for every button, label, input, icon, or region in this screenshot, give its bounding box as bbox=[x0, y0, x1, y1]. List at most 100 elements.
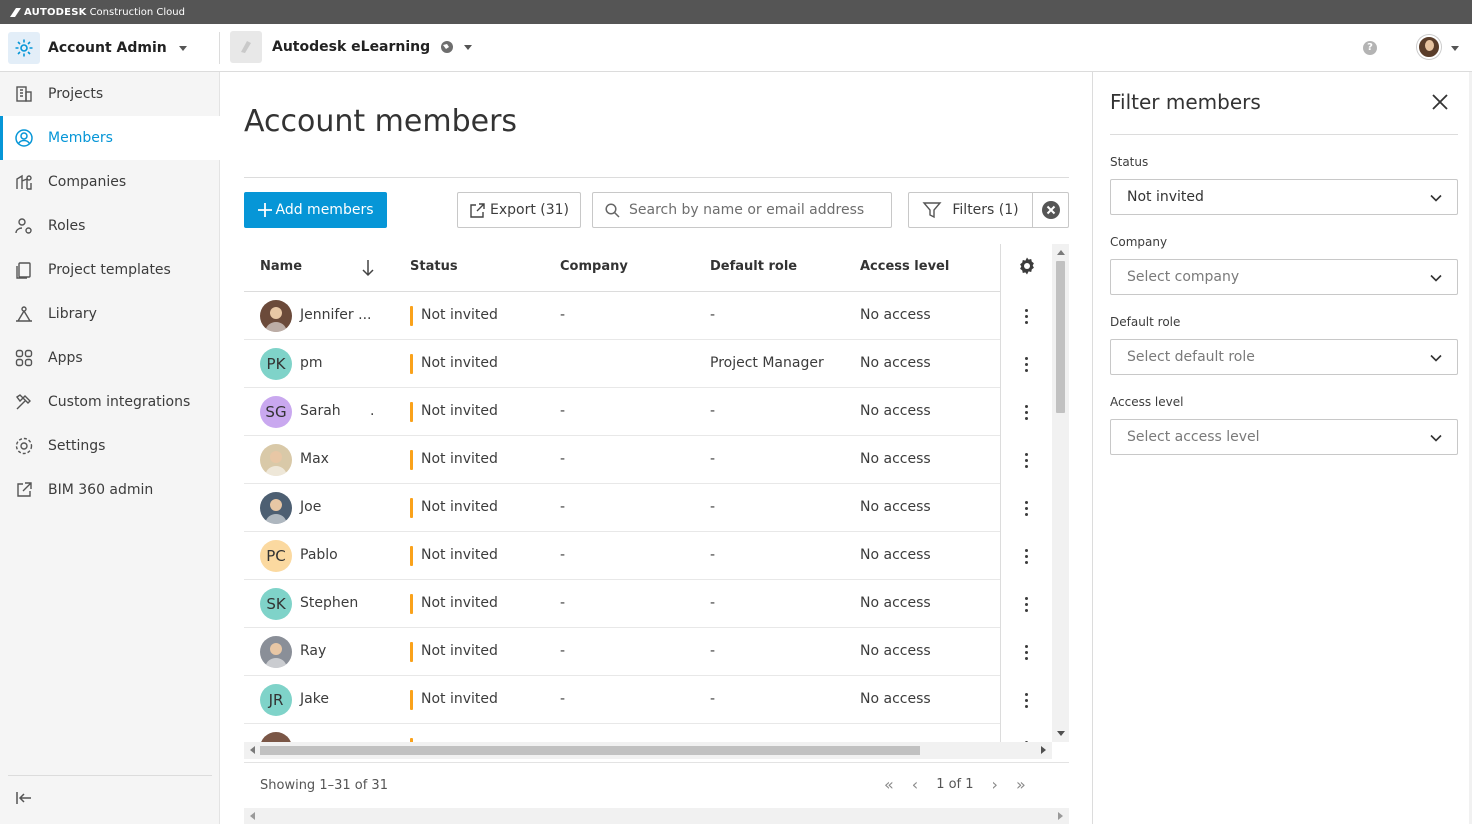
table-row[interactable]: SG Sarah. Not invited - - No access bbox=[244, 388, 1000, 436]
table-row[interactable]: Max Not invited - - No access bbox=[244, 436, 1000, 484]
previous-page-icon[interactable]: ‹ bbox=[912, 775, 918, 794]
more-options-icon[interactable] bbox=[1024, 724, 1028, 742]
scroll-right-icon[interactable] bbox=[1058, 812, 1063, 820]
table-row[interactable]: Joe Not invited - - No access bbox=[244, 484, 1000, 532]
table-row[interactable]: PK pm Not invited Project Manager No access bbox=[244, 340, 1000, 388]
scroll-right-icon[interactable] bbox=[1041, 746, 1046, 754]
sidebar-item-settings[interactable]: Settings bbox=[0, 424, 220, 468]
sidebar-item-bim360-admin[interactable]: BIM 360 admin bbox=[0, 468, 220, 512]
clear-filters-button[interactable] bbox=[1032, 192, 1069, 228]
brand-logo-text: AUTODESK bbox=[24, 6, 87, 18]
sidebar-item-companies[interactable]: Companies bbox=[0, 160, 220, 204]
member-default-role: - bbox=[710, 547, 716, 563]
sidebar-item-label: Projects bbox=[48, 86, 104, 102]
help-icon[interactable]: ? bbox=[1363, 41, 1377, 55]
app-switcher[interactable]: Account Admin bbox=[8, 32, 187, 64]
sidebar-item-label: Project templates bbox=[48, 262, 171, 278]
member-name[interactable]: Jennifer ... bbox=[300, 307, 371, 323]
export-button[interactable]: Export (31) bbox=[457, 192, 581, 228]
table-row[interactable]: Ray Not invited - - No access bbox=[244, 628, 1000, 676]
search-field[interactable] bbox=[592, 192, 892, 228]
company-icon bbox=[14, 172, 34, 192]
status-filter-label: Status bbox=[1110, 155, 1149, 169]
scrollbar-thumb[interactable] bbox=[1056, 261, 1065, 413]
table-row[interactable]: JR Jake Not invited - - No access bbox=[244, 676, 1000, 724]
member-access-level: No access bbox=[860, 547, 931, 563]
table-row[interactable] bbox=[244, 724, 1000, 742]
member-name[interactable]: Stephen bbox=[300, 595, 358, 611]
member-access-level: No access bbox=[860, 355, 931, 371]
account-logo-icon bbox=[230, 31, 262, 63]
access-level-filter-select[interactable]: Select access level bbox=[1110, 419, 1458, 455]
column-header-status[interactable]: Status bbox=[410, 259, 458, 274]
table-row[interactable]: PC Pablo Not invited - - No access bbox=[244, 532, 1000, 580]
more-options-icon[interactable] bbox=[1024, 628, 1028, 676]
default-role-filter-select[interactable]: Select default role bbox=[1110, 339, 1458, 375]
company-filter-select[interactable]: Select company bbox=[1110, 259, 1458, 295]
status-filter-select[interactable]: Not invited bbox=[1110, 179, 1458, 215]
gear-icon bbox=[14, 436, 34, 456]
add-members-button[interactable]: Add members bbox=[244, 192, 387, 228]
sidebar-item-library[interactable]: Library bbox=[0, 292, 220, 336]
export-label: Export (31) bbox=[489, 202, 570, 218]
sidebar-item-roles[interactable]: Roles bbox=[0, 204, 220, 248]
more-options-icon[interactable] bbox=[1024, 388, 1028, 436]
more-options-icon[interactable] bbox=[1024, 676, 1028, 724]
user-avatar[interactable] bbox=[1417, 35, 1441, 59]
search-input[interactable] bbox=[629, 202, 879, 218]
column-settings-gear-icon[interactable] bbox=[1018, 257, 1036, 275]
filters-button[interactable]: Filters (1) bbox=[908, 192, 1033, 228]
member-status: Not invited bbox=[421, 403, 498, 419]
more-options-icon[interactable] bbox=[1024, 340, 1028, 388]
main-content: Account members Add members Export (31) … bbox=[220, 72, 1092, 824]
sidebar-item-projects[interactable]: Projects bbox=[0, 72, 220, 116]
sidebar-item-label: Apps bbox=[48, 350, 83, 366]
member-company: - bbox=[560, 643, 566, 659]
scroll-left-icon[interactable] bbox=[250, 746, 255, 754]
page-horizontal-scrollbar[interactable] bbox=[244, 808, 1069, 824]
member-name[interactable]: Sarah bbox=[300, 403, 341, 419]
column-header-name[interactable]: Name bbox=[260, 259, 302, 274]
sidebar-item-members[interactable]: Members bbox=[0, 116, 220, 160]
member-name[interactable]: Ray bbox=[300, 643, 326, 659]
sidebar-item-custom-integrations[interactable]: Custom integrations bbox=[0, 380, 220, 424]
next-page-icon[interactable]: › bbox=[992, 775, 998, 794]
more-options-icon[interactable] bbox=[1024, 532, 1028, 580]
more-options-icon[interactable] bbox=[1024, 292, 1028, 340]
collapse-sidebar-icon[interactable] bbox=[14, 788, 34, 812]
scroll-down-icon[interactable] bbox=[1057, 731, 1065, 736]
first-page-icon[interactable]: « bbox=[884, 775, 894, 794]
chevron-down-icon bbox=[178, 45, 187, 51]
chevron-down-icon[interactable] bbox=[1451, 46, 1459, 51]
member-access-level: No access bbox=[860, 451, 931, 467]
table-vertical-scrollbar[interactable] bbox=[1052, 244, 1069, 742]
search-icon bbox=[605, 202, 620, 218]
member-name[interactable]: pm bbox=[300, 355, 323, 371]
account-selector[interactable]: Autodesk eLearning bbox=[230, 31, 473, 63]
member-status: Not invited bbox=[421, 691, 498, 707]
sort-descending-icon[interactable] bbox=[361, 259, 375, 277]
status-indicator bbox=[410, 354, 413, 374]
sidebar-item-project-templates[interactable]: Project templates bbox=[0, 248, 220, 292]
avatar: SK bbox=[260, 588, 292, 620]
more-options-icon[interactable] bbox=[1024, 484, 1028, 532]
more-options-icon[interactable] bbox=[1024, 580, 1028, 628]
table-row[interactable]: SK Stephen Not invited - - No access bbox=[244, 580, 1000, 628]
scrollbar-thumb[interactable] bbox=[260, 746, 920, 755]
column-header-default-role[interactable]: Default role bbox=[710, 259, 797, 274]
member-name[interactable]: Joe bbox=[300, 499, 321, 515]
member-name[interactable]: Jake bbox=[300, 691, 329, 707]
column-header-company[interactable]: Company bbox=[560, 259, 628, 274]
table-horizontal-scrollbar[interactable] bbox=[244, 742, 1052, 759]
member-name[interactable]: Pablo bbox=[300, 547, 338, 563]
chevron-down-icon bbox=[1430, 274, 1442, 282]
column-header-access-level[interactable]: Access level bbox=[860, 259, 949, 274]
close-icon[interactable] bbox=[1430, 92, 1450, 112]
table-row[interactable]: Jennifer ... Not invited - - No access bbox=[244, 292, 1000, 340]
member-name[interactable]: Max bbox=[300, 451, 329, 467]
more-options-icon[interactable] bbox=[1024, 436, 1028, 484]
last-page-icon[interactable]: » bbox=[1016, 775, 1026, 794]
scroll-left-icon[interactable] bbox=[250, 812, 255, 820]
sidebar-item-apps[interactable]: Apps bbox=[0, 336, 220, 380]
scroll-up-icon[interactable] bbox=[1057, 250, 1065, 255]
